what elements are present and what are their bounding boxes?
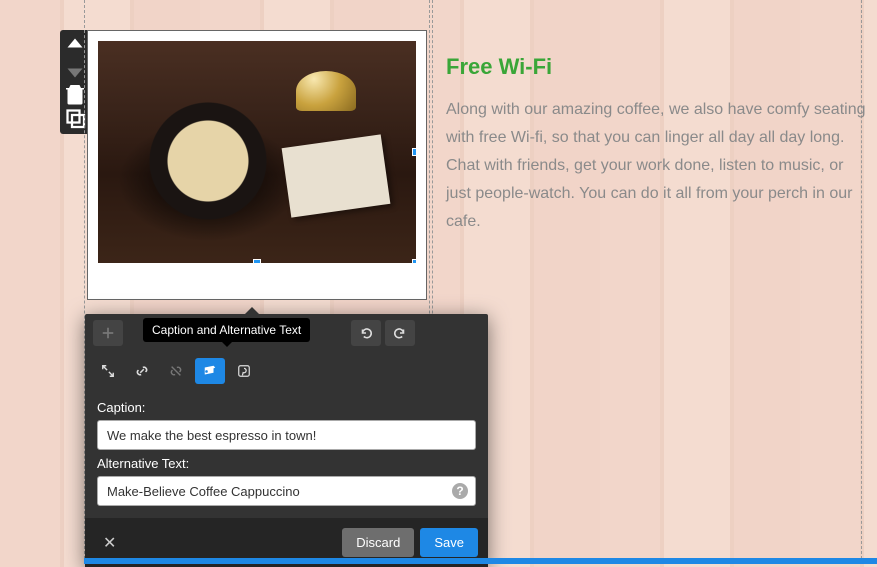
pinterest-button[interactable] (229, 358, 259, 384)
caption-label: Caption: (97, 400, 476, 415)
resize-handle-corner[interactable] (412, 259, 416, 263)
caption-alt-form: Caption: Alternative Text: ? (85, 390, 488, 518)
discard-button[interactable]: Discard (342, 528, 414, 557)
text-block: Free Wi-Fi Along with our amazing coffee… (446, 54, 866, 236)
close-button[interactable]: ✕ (95, 533, 124, 553)
caption-input[interactable] (97, 420, 476, 450)
redo-button[interactable] (385, 320, 415, 346)
add-image-button[interactable] (93, 320, 123, 346)
content-body[interactable]: Along with our amazing coffee, we also h… (446, 96, 866, 236)
resize-handle-bottom[interactable] (253, 259, 261, 263)
help-icon[interactable]: ? (452, 483, 468, 499)
alt-text-input[interactable] (97, 476, 476, 506)
link-button[interactable] (127, 358, 157, 384)
bottom-accent-bar (84, 558, 877, 564)
editor-toolbar-row-1: Caption and Alternative Text (85, 314, 488, 352)
content-heading[interactable]: Free Wi-Fi (446, 54, 866, 80)
undo-button[interactable] (351, 320, 381, 346)
save-button[interactable]: Save (420, 528, 478, 557)
expand-button[interactable] (93, 358, 123, 384)
tooltip-caption-alt: Caption and Alternative Text (143, 318, 310, 342)
image-block[interactable] (87, 30, 427, 300)
image-editor-panel: Caption and Alternative Text Caption: (85, 314, 488, 567)
unlink-button[interactable] (161, 358, 191, 384)
image-preview (98, 41, 416, 263)
editor-toolbar-row-2 (85, 352, 488, 390)
caption-alt-button[interactable] (195, 358, 225, 384)
alt-text-label: Alternative Text: (97, 456, 476, 471)
resize-handle-right[interactable] (412, 148, 416, 156)
